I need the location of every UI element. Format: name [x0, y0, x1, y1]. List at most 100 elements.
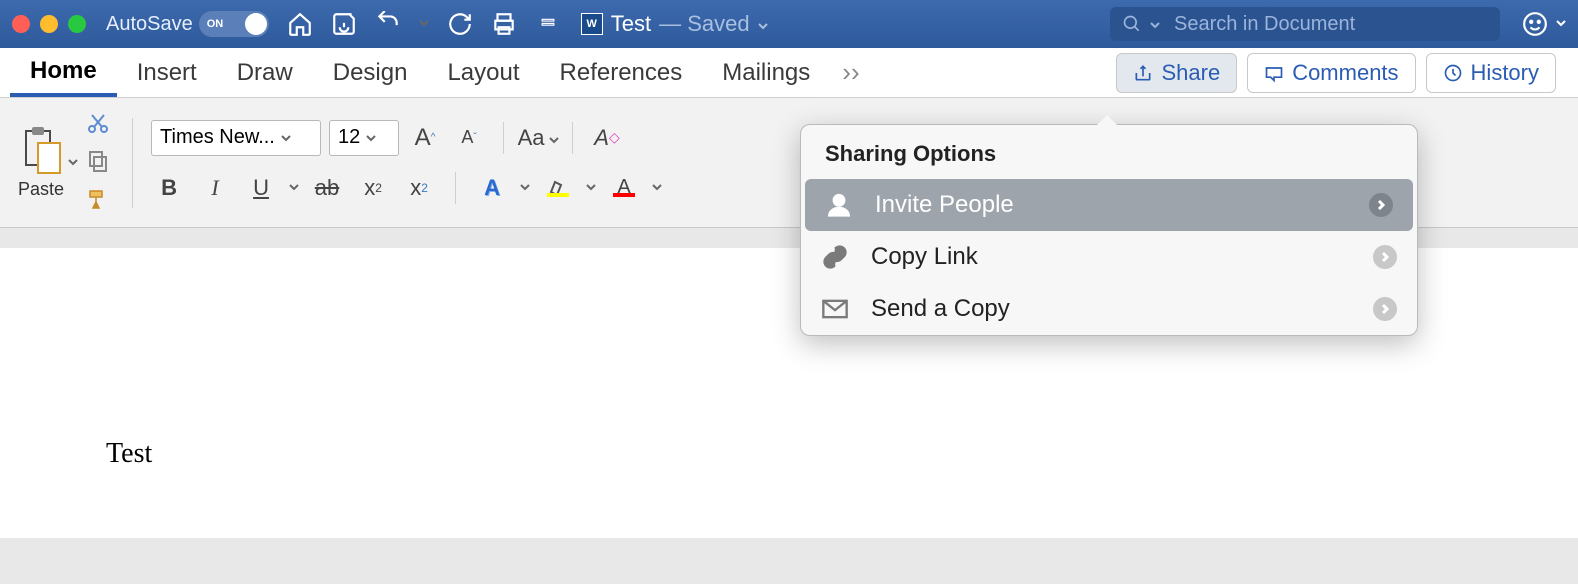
repeat-icon[interactable]: [447, 11, 473, 37]
invite-label: Invite People: [875, 191, 1014, 219]
format-painter-icon[interactable]: [86, 187, 114, 215]
change-case-button[interactable]: Aa: [520, 120, 556, 156]
font-size-select[interactable]: 12: [329, 120, 399, 156]
font-group: Times New... 12 A^ Aˇ Aa A◇ B I U ab x2 …: [151, 120, 662, 206]
close-window-button[interactable]: [12, 15, 30, 33]
history-label: History: [1471, 60, 1539, 86]
search-dropdown-icon[interactable]: [1150, 13, 1168, 36]
link-icon: [821, 243, 849, 271]
tab-insert[interactable]: Insert: [117, 51, 217, 95]
window-controls: [12, 15, 86, 33]
send-copy-label: Send a Copy: [871, 295, 1010, 323]
ribbon-display-dropdown-icon[interactable]: [1556, 15, 1566, 33]
undo-icon[interactable]: [375, 11, 401, 37]
highlight-button[interactable]: [540, 170, 576, 206]
underline-dropdown-icon[interactable]: [289, 179, 299, 197]
document-status: — Saved: [659, 11, 750, 37]
comments-label: Comments: [1292, 60, 1398, 86]
chevron-right-icon: [1373, 245, 1397, 269]
ribbon-right-buttons: Share Comments History: [1116, 53, 1568, 93]
quick-access-toolbar: [287, 11, 561, 37]
copy-link-label: Copy Link: [871, 243, 978, 271]
tab-draw[interactable]: Draw: [217, 51, 313, 95]
minimize-window-button[interactable]: [40, 15, 58, 33]
font-family-value: Times New...: [160, 126, 275, 149]
text-effects-dropdown-icon[interactable]: [520, 179, 530, 197]
separator: [503, 122, 504, 154]
sharing-options-popup: Sharing Options Invite People Copy Link …: [800, 124, 1418, 336]
undo-dropdown-icon[interactable]: [419, 15, 429, 33]
chevron-right-icon: [1373, 297, 1397, 321]
increase-font-icon[interactable]: A^: [407, 120, 443, 156]
clear-formatting-icon[interactable]: A◇: [589, 120, 625, 156]
strikethrough-button[interactable]: ab: [309, 170, 345, 206]
tab-home[interactable]: Home: [10, 49, 117, 97]
home-icon[interactable]: [287, 11, 313, 37]
document-name: Test: [611, 11, 651, 37]
highlight-color-swatch: [547, 193, 569, 197]
autosave-label: AutoSave: [106, 13, 193, 36]
superscript-button[interactable]: x2: [401, 170, 437, 206]
autosave-toggle[interactable]: ON: [199, 11, 269, 37]
invite-people-item[interactable]: Invite People: [805, 179, 1413, 231]
person-icon: [825, 191, 853, 219]
tab-layout[interactable]: Layout: [427, 51, 539, 95]
text-effects-icon[interactable]: A: [474, 170, 510, 206]
bold-button[interactable]: B: [151, 170, 187, 206]
envelope-icon: [821, 295, 849, 323]
title-dropdown-icon[interactable]: [758, 11, 768, 37]
history-button[interactable]: History: [1426, 53, 1556, 93]
paste-label: Paste: [18, 179, 64, 200]
comments-button[interactable]: Comments: [1247, 53, 1415, 93]
search-icon: [1122, 14, 1142, 34]
font-color-button[interactable]: A: [606, 170, 642, 206]
italic-button[interactable]: I: [197, 170, 233, 206]
sharing-title: Sharing Options: [801, 125, 1417, 179]
comment-icon: [1264, 63, 1284, 83]
word-doc-icon: W: [581, 13, 603, 35]
more-tabs-icon[interactable]: ››: [830, 57, 871, 88]
ribbon-tabs: Home Insert Draw Design Layout Reference…: [0, 48, 1578, 98]
tab-mailings[interactable]: Mailings: [702, 51, 830, 95]
share-icon: [1133, 63, 1153, 83]
send-copy-item[interactable]: Send a Copy: [801, 283, 1417, 335]
titlebar: AutoSave ON W Test — Saved Search in Doc…: [0, 0, 1578, 48]
search-placeholder: Search in Document: [1174, 13, 1355, 36]
font-color-dropdown-icon[interactable]: [652, 179, 662, 197]
maximize-window-button[interactable]: [68, 15, 86, 33]
font-color-swatch: [613, 193, 635, 197]
separator: [455, 172, 456, 204]
chevron-right-icon: [1369, 193, 1393, 217]
history-icon: [1443, 63, 1463, 83]
paste-dropdown-icon[interactable]: [68, 154, 78, 172]
save-sync-icon[interactable]: [331, 11, 357, 37]
font-family-select[interactable]: Times New...: [151, 120, 321, 156]
chevron-down-icon: [281, 126, 291, 149]
search-input[interactable]: Search in Document: [1110, 7, 1500, 41]
cut-icon[interactable]: [86, 111, 114, 139]
feedback-icon[interactable]: [1520, 9, 1550, 39]
share-button[interactable]: Share: [1116, 53, 1237, 93]
copy-icon[interactable]: [86, 149, 114, 177]
subscript-button[interactable]: x2: [355, 170, 391, 206]
document-title[interactable]: W Test — Saved: [581, 11, 768, 37]
copy-link-item[interactable]: Copy Link: [801, 231, 1417, 283]
share-label: Share: [1161, 60, 1220, 86]
underline-button[interactable]: U: [243, 170, 279, 206]
document-body-text[interactable]: Test: [106, 438, 1578, 470]
separator: [572, 122, 573, 154]
chevron-down-icon: [366, 126, 376, 149]
clipboard-mini-buttons: [86, 111, 114, 215]
separator: [132, 118, 133, 208]
toggle-knob: [245, 13, 267, 35]
decrease-font-icon[interactable]: Aˇ: [451, 120, 487, 156]
font-size-value: 12: [338, 126, 360, 149]
paste-button[interactable]: Paste: [18, 125, 64, 200]
clipboard-icon: [20, 125, 62, 177]
customize-qat-icon[interactable]: [535, 11, 561, 37]
highlight-dropdown-icon[interactable]: [586, 179, 596, 197]
tab-design[interactable]: Design: [313, 51, 428, 95]
autosave-state: ON: [207, 18, 224, 30]
tab-references[interactable]: References: [540, 51, 703, 95]
print-icon[interactable]: [491, 11, 517, 37]
